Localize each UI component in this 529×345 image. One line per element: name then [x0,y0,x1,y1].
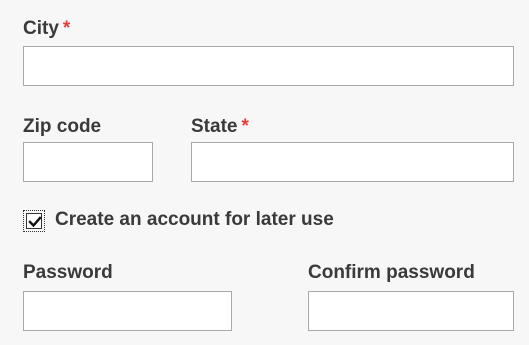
confirm-password-label: Confirm password [308,262,475,284]
state-input[interactable] [191,142,514,182]
city-input[interactable] [23,46,514,86]
zip-code-label: Zip code [23,116,101,138]
create-account-checkbox[interactable] [23,210,45,232]
state-label: State * [191,116,249,138]
zip-code-input[interactable] [23,142,153,182]
create-account-label-text: Create an account for later use [55,209,334,230]
password-label-text: Password [23,262,113,283]
state-label-text: State [191,116,238,137]
create-account-label[interactable]: Create an account for later use [55,209,334,231]
city-label: City * [23,18,70,40]
password-label: Password [23,262,113,284]
confirm-password-input[interactable] [308,291,514,331]
city-label-text: City [23,18,59,39]
password-input[interactable] [23,291,232,331]
checkmark-icon [28,216,42,228]
confirm-password-label-text: Confirm password [308,262,475,283]
checkbox-box [26,213,42,229]
city-required-mark: * [62,18,71,39]
zip-code-label-text: Zip code [23,116,102,137]
state-required-mark: * [241,116,249,137]
